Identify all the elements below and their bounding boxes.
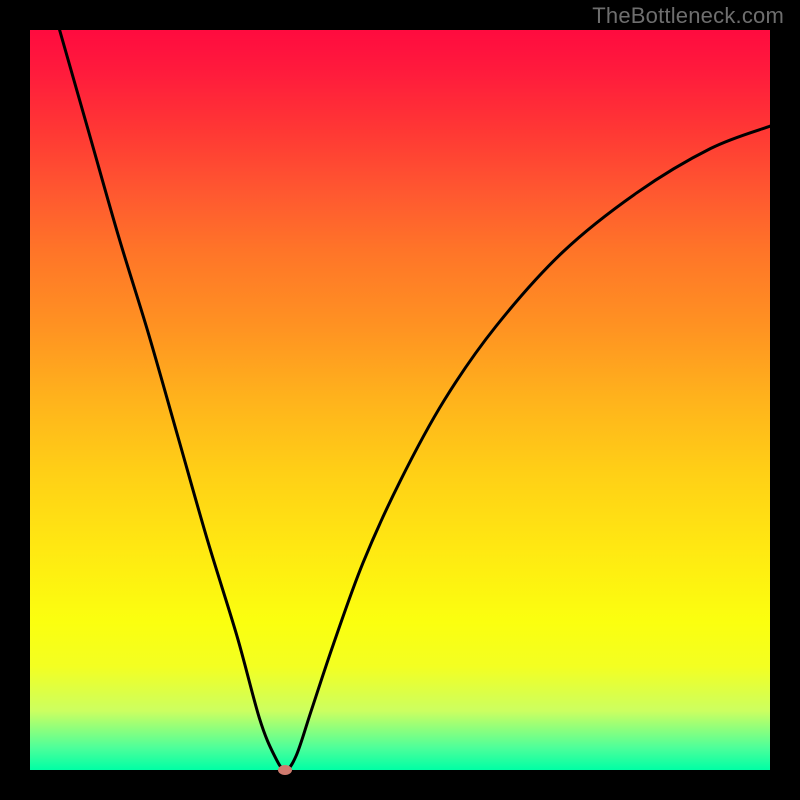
bottleneck-curve xyxy=(30,30,770,770)
chart-plot-area xyxy=(30,30,770,770)
watermark-text: TheBottleneck.com xyxy=(592,3,784,29)
optimal-point-marker xyxy=(278,765,292,775)
